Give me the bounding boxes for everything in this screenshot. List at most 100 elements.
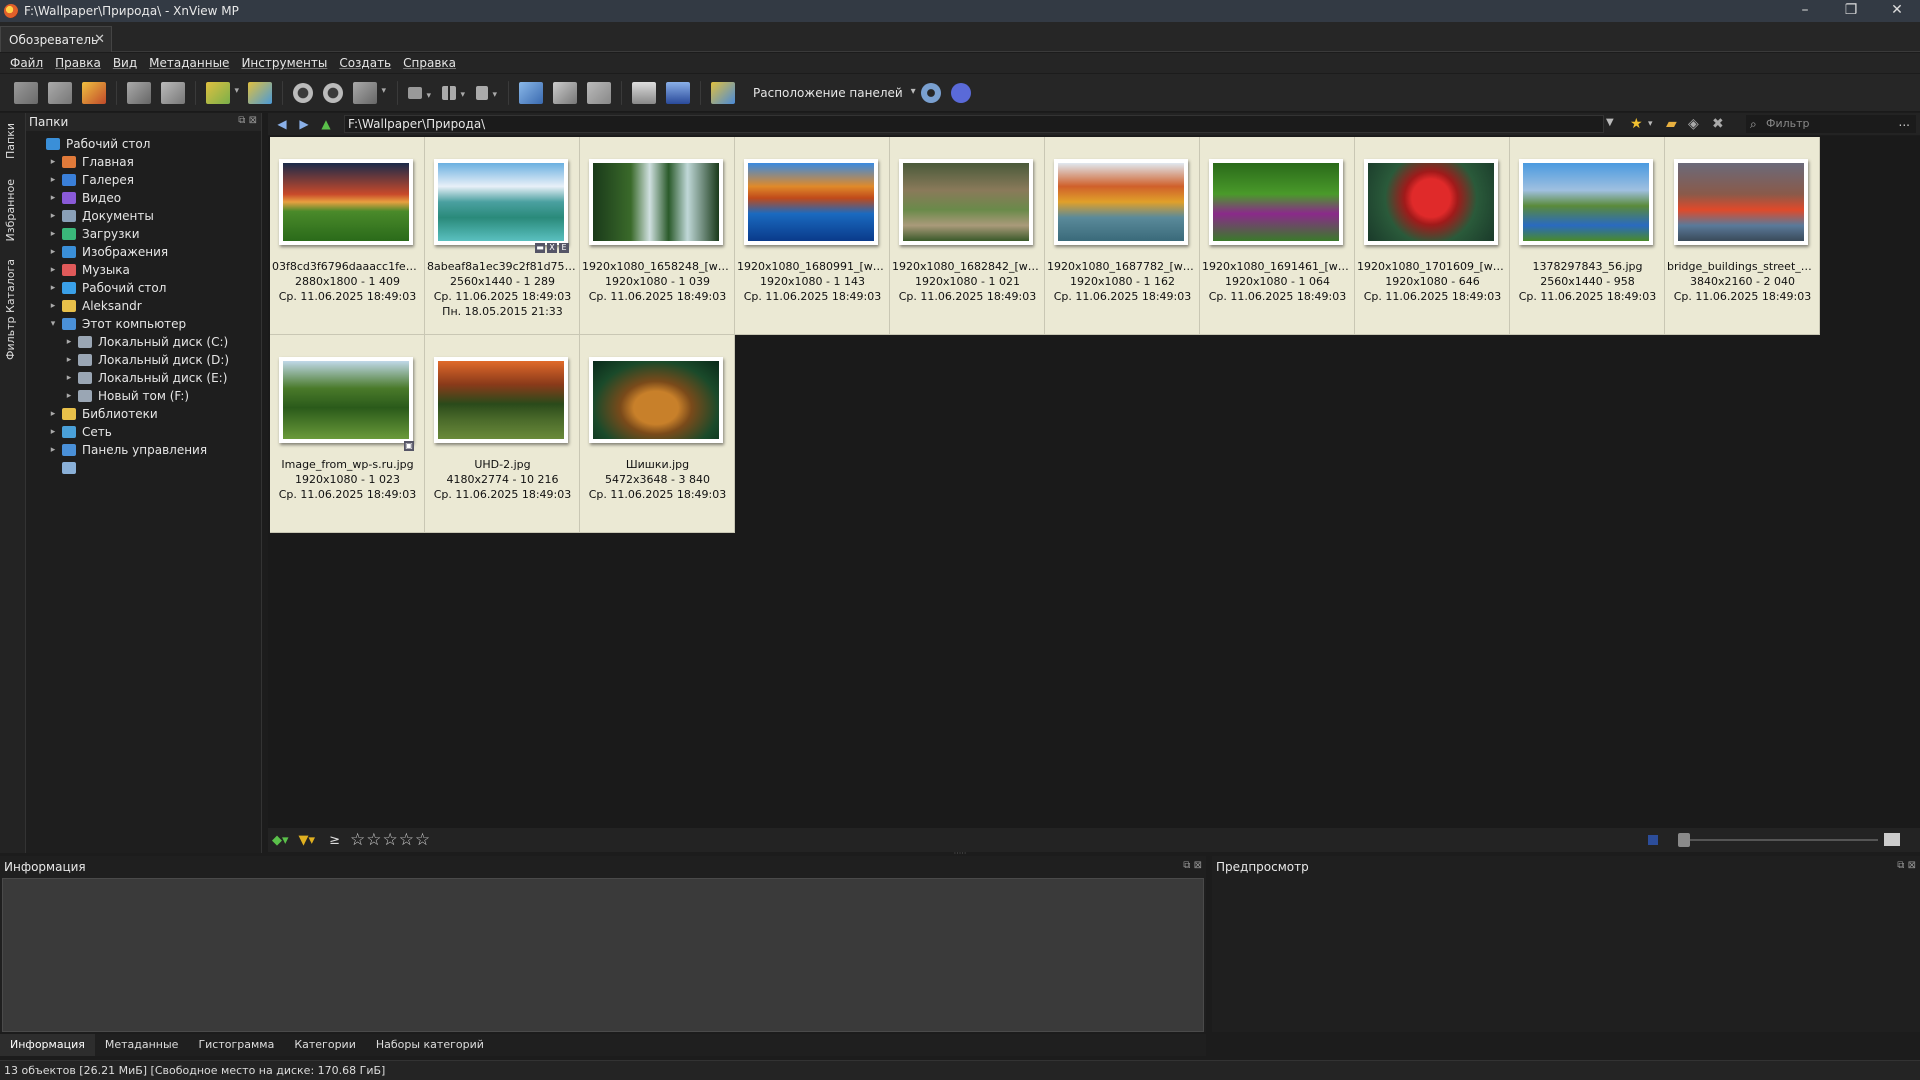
path-input[interactable]: F:\Wallpaper\Природа\ — [344, 115, 1604, 133]
expand-arrow-icon[interactable]: ▾ — [48, 319, 58, 329]
folder-tree-item[interactable]: ▸ Главная — [48, 153, 134, 171]
folder-tree-item[interactable]: ▸ Изображения — [48, 243, 168, 261]
thumbnail-item[interactable]: 03f8cd3f6796daaacc1fe43ff... 2880x1800 - … — [270, 137, 425, 335]
folder-tree-item[interactable]: ▾ Этот компьютер — [48, 315, 186, 333]
browser-view-icon[interactable] — [14, 81, 38, 104]
thumbnail-size-slider[interactable] — [1678, 839, 1878, 841]
print-icon[interactable] — [632, 81, 656, 104]
image-view-icon[interactable] — [82, 81, 106, 104]
tab-histogram[interactable]: Гистограмма — [188, 1034, 284, 1056]
expand-arrow-icon[interactable]: ▸ — [48, 427, 58, 437]
sync-icon[interactable]: ◈ — [1688, 116, 1699, 132]
close-tab-icon[interactable]: ✕ — [94, 32, 105, 47]
capture-icon[interactable] — [519, 81, 543, 104]
side-tab-favorites[interactable]: Избранное — [4, 179, 17, 241]
move-icon[interactable] — [161, 81, 185, 104]
menu-file[interactable]: Файл — [10, 56, 43, 70]
folder-tree-item[interactable]: ▸ Сеть — [48, 423, 112, 441]
rating-filter-stars[interactable]: ☆☆☆☆☆ — [350, 830, 431, 850]
view-mode-icon[interactable] — [408, 86, 431, 101]
thumbnail-size-slider-handle[interactable] — [1678, 833, 1690, 847]
rotate-left-icon[interactable] — [293, 82, 313, 103]
copy-icon[interactable] — [127, 81, 151, 104]
expand-arrow-icon[interactable]: ▸ — [48, 247, 58, 257]
expand-arrow-icon[interactable]: ▸ — [64, 373, 74, 383]
folder-tree-item[interactable]: ▸ Рабочий стол — [48, 279, 167, 297]
folder-tree-item[interactable]: ▸ Музыка — [48, 261, 130, 279]
side-by-side-icon[interactable] — [587, 81, 611, 104]
minimize-button[interactable]: – — [1782, 0, 1828, 22]
fullscreen-icon[interactable] — [48, 81, 72, 104]
thumbnail-item[interactable]: 1378297843_56.jpg 2560x1440 - 958 Ср. 11.0… — [1510, 137, 1665, 335]
thumbnail-size-small-icon[interactable] — [1648, 835, 1658, 845]
more-options-button[interactable]: ... — [1899, 115, 1910, 129]
open-folder-icon[interactable]: ▰ — [1666, 116, 1677, 132]
thumbnail-item[interactable]: bridge_buildings_street_990... 3840x2160 … — [1665, 137, 1820, 335]
menu-help[interactable]: Справка — [403, 56, 456, 70]
slideshow-icon[interactable] — [248, 81, 272, 104]
sort-icon[interactable] — [476, 85, 497, 100]
forward-arrow-icon[interactable]: ▶ — [296, 117, 312, 131]
menu-create[interactable]: Создать — [339, 56, 391, 70]
expand-arrow-icon[interactable]: ▸ — [64, 391, 74, 401]
thumbnail-item[interactable]: 1920x1080_1682842_[www.... 1920x1080 - 1 … — [890, 137, 1045, 335]
folder-tree-item[interactable]: ▸ Библиотеки — [48, 405, 158, 423]
thumbnail-item[interactable]: 1920x1080_1658248_[www.... 1920x1080 - 1 … — [580, 137, 735, 335]
expand-arrow-icon[interactable]: ▸ — [48, 211, 58, 221]
batch-convert-icon[interactable] — [353, 81, 386, 104]
thumbnail-item[interactable]: 8abeaf8a1ec39c2f81d754b8... 2560x1440 - 1… — [425, 137, 580, 335]
view-options-icon[interactable] — [1884, 833, 1900, 846]
expand-arrow-icon[interactable]: ▸ — [48, 283, 58, 293]
thumbnail-item[interactable]: Шишки.jpg 5472x3648 - 3 840 Ср. 11.06.2025… — [580, 335, 735, 533]
thumbnail-item[interactable]: Image_from_wp-s.ru.jpg 1920x1080 - 1 023 С… — [270, 335, 425, 533]
expand-arrow-icon[interactable]: ▸ — [48, 265, 58, 275]
expand-arrow-icon[interactable]: ▸ — [64, 337, 74, 347]
close-window-button[interactable]: ✕ — [1874, 0, 1920, 22]
expand-arrow-icon[interactable]: ▸ — [48, 193, 58, 203]
folder-tree-item[interactable]: ▸ Видео — [48, 189, 121, 207]
side-tab-catalog-filter[interactable]: Фильтр Каталога — [4, 259, 17, 360]
folder-tree-item[interactable]: Рабочий стол — [32, 135, 150, 153]
compare-icon[interactable] — [553, 81, 577, 104]
expand-arrow-icon[interactable]: ▸ — [48, 409, 58, 419]
expand-arrow-icon[interactable]: ▸ — [48, 301, 58, 311]
clear-icon[interactable]: ✖ — [1712, 116, 1724, 132]
thumbnail-grid-icon[interactable] — [442, 85, 465, 100]
rotate-right-icon[interactable] — [323, 82, 343, 103]
menu-view[interactable]: Вид — [113, 56, 137, 70]
thumbnail-item[interactable]: UHD-2.jpg 4180x2774 - 10 216 Ср. 11.06.202… — [425, 335, 580, 533]
folder-tree-item[interactable]: ▸ Локальный диск (C:) — [64, 333, 228, 351]
folder-tree-item[interactable]: ▸ Документы — [48, 207, 154, 225]
path-history-dropdown-icon[interactable]: ▼ — [1606, 117, 1614, 128]
filter-color-icon[interactable]: ▼▾ — [299, 833, 316, 848]
favorites-dropdown-icon[interactable]: ▾ — [1648, 119, 1653, 129]
open-with-icon[interactable] — [206, 81, 239, 104]
folder-tree-item[interactable]: ▸ Галерея — [48, 171, 134, 189]
expand-arrow-icon[interactable]: ▸ — [64, 355, 74, 365]
scan-icon[interactable] — [666, 81, 690, 104]
folder-tree-item[interactable]: ▸ Загрузки — [48, 225, 140, 243]
folder-tree-item[interactable]: ▸ Новый том (F:) — [64, 387, 189, 405]
help-icon[interactable] — [950, 82, 971, 103]
maximize-button[interactable]: ❐ — [1828, 0, 1874, 22]
filter-label-icon[interactable]: ◆▾ — [272, 833, 289, 848]
menu-tools[interactable]: Инструменты — [241, 56, 327, 70]
folder-tree-item[interactable]: ▸ Локальный диск (D:) — [64, 351, 229, 369]
panel-float-close-icon[interactable]: ⧉ ⊠ — [1183, 860, 1202, 871]
expand-arrow-icon[interactable]: ▸ — [48, 157, 58, 167]
menu-edit[interactable]: Правка — [55, 56, 101, 70]
tab-categories[interactable]: Категории — [284, 1034, 366, 1056]
thumbnail-item[interactable]: 1920x1080_1691461_[www.... 1920x1080 - 1 … — [1200, 137, 1355, 335]
expand-arrow-icon[interactable]: ▸ — [48, 229, 58, 239]
thumbnail-item[interactable]: 1920x1080_1687782_[www.... 1920x1080 - 1 … — [1045, 137, 1200, 335]
thumbnail-item[interactable]: 1920x1080_1680991_[www.... 1920x1080 - 1 … — [735, 137, 890, 335]
folder-tree-item[interactable]: ▸ Локальный диск (E:) — [64, 369, 228, 387]
back-arrow-icon[interactable]: ◀ — [274, 117, 290, 131]
panel-float-close-icon[interactable]: ⧉ ⊠ — [1897, 860, 1916, 871]
up-folder-icon[interactable]: ▲ — [318, 117, 334, 131]
tab-browser[interactable]: Обозреватель ✕ — [0, 26, 112, 52]
layout-icon[interactable] — [711, 81, 735, 104]
folder-tree-item[interactable] — [48, 459, 82, 477]
side-tab-folders[interactable]: Папки — [4, 123, 17, 159]
panel-layout-dropdown[interactable]: Расположение панелей — [753, 86, 915, 100]
